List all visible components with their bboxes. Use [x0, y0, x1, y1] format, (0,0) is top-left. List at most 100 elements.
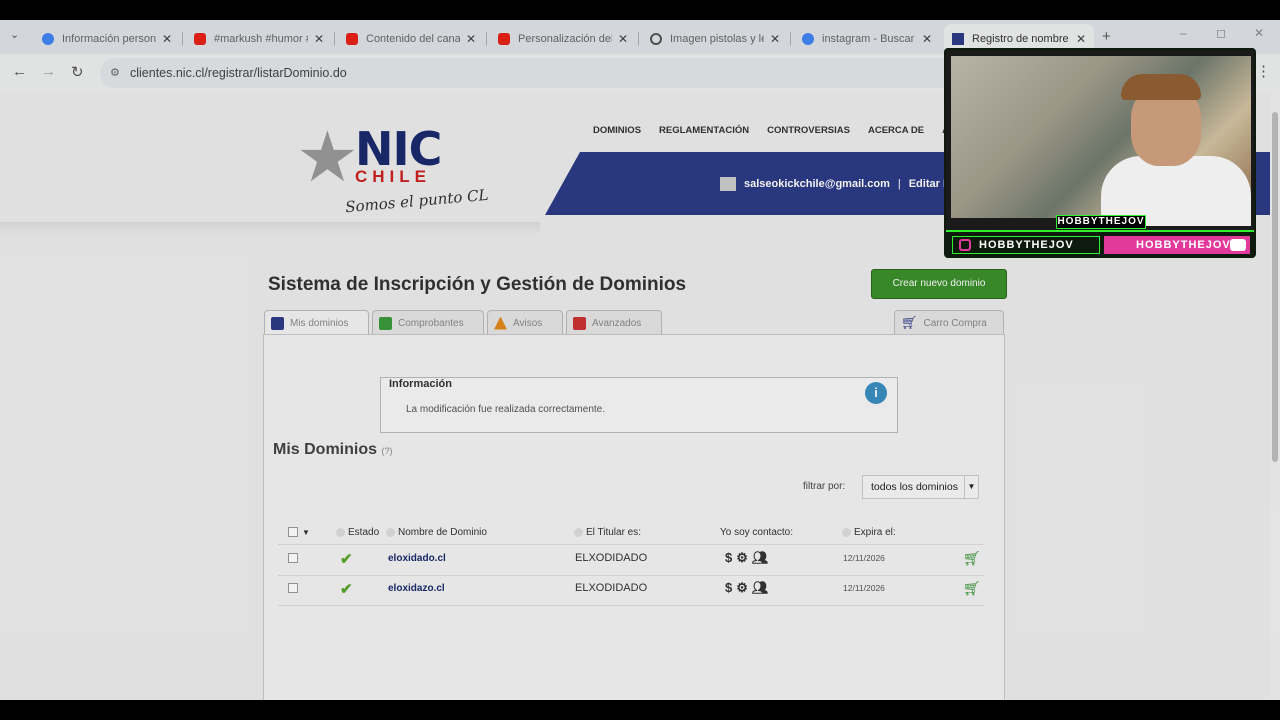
- close-icon[interactable]: ✕: [618, 32, 628, 46]
- holder-name: ELXODIDADO: [575, 552, 648, 564]
- youtube-icon: [498, 33, 510, 45]
- billing-contact-icon[interactable]: $: [725, 550, 732, 566]
- section-title: Mis Dominios (?): [273, 441, 392, 459]
- tab-comprobantes[interactable]: Comprobantes: [372, 310, 484, 335]
- site-info-icon[interactable]: ⚙: [110, 58, 120, 88]
- chevron-down-icon: ▼: [964, 476, 978, 498]
- youtube-icon: [346, 33, 358, 45]
- instagram-handle: HOBBYTHEJOV: [952, 236, 1100, 254]
- col-contacto: Yo soy contacto:: [720, 527, 794, 538]
- tab-title: Contenido del canal: [366, 33, 460, 45]
- reload-icon[interactable]: ↻: [71, 63, 84, 81]
- menu-icon[interactable]: ⋮: [1256, 62, 1271, 80]
- globe-icon: [650, 33, 662, 45]
- tech-contact-icon[interactable]: ⚙: [736, 550, 748, 566]
- close-icon[interactable]: ✕: [770, 32, 780, 46]
- youtube-handle: HOBBYTHEJOV: [1104, 236, 1250, 254]
- browser-window: ⌄ Información personal ✕ #markush #humor…: [0, 20, 1280, 700]
- tab-search-dropdown-icon[interactable]: ⌄: [10, 28, 19, 41]
- row-checkbox[interactable]: [288, 583, 298, 593]
- nav-reglamentacion[interactable]: REGLAMENTACIÓN: [659, 125, 749, 136]
- col-nombre[interactable]: Nombre de Dominio: [386, 527, 487, 538]
- tab-label: Avisos: [513, 317, 543, 329]
- close-icon[interactable]: ✕: [922, 32, 932, 46]
- tab-label: Comprobantes: [398, 317, 464, 329]
- tab-mis-dominios[interactable]: Mis dominios: [264, 310, 369, 335]
- tab-4[interactable]: Personalización del ✕: [490, 24, 636, 54]
- tab-5[interactable]: Imagen pistolas y le ✕: [642, 24, 788, 54]
- filter-label: filtrar por:: [803, 481, 846, 492]
- close-icon[interactable]: ✕: [162, 32, 172, 46]
- col-titular[interactable]: El Titular es:: [574, 527, 641, 538]
- streamer-name: HOBBYTHEJOV: [1056, 215, 1146, 229]
- status-check-icon: ✔: [340, 551, 353, 568]
- scrollbar-thumb[interactable]: [1272, 112, 1278, 462]
- google-icon: [42, 33, 54, 45]
- col-expira[interactable]: Expira el:: [842, 527, 896, 538]
- domain-link[interactable]: eloxidado.cl: [388, 553, 446, 564]
- youtube-icon: [1230, 239, 1246, 251]
- select-dropdown-icon[interactable]: ▼: [302, 528, 310, 537]
- youtube-icon: [194, 33, 206, 45]
- contact-icons: $ ⚙ 👥︎: [725, 550, 768, 566]
- section-title-text: Mis Dominios: [273, 441, 378, 458]
- tab-carro-compra[interactable]: 🛒︎ Carro Compra: [894, 310, 1004, 335]
- tab-title: Registro de nombre: [972, 33, 1069, 45]
- tab-label: Mis dominios: [290, 317, 349, 329]
- scrollbar[interactable]: [1270, 92, 1280, 700]
- domain-link[interactable]: eloxidazo.cl: [388, 583, 445, 594]
- new-domain-button[interactable]: Crear nuevo dominio: [871, 269, 1007, 299]
- page-title: Sistema de Inscripción y Gestión de Domi…: [268, 274, 687, 295]
- tab-1[interactable]: Información personal ✕: [34, 24, 180, 54]
- advanced-icon: [573, 316, 586, 330]
- tab-3[interactable]: Contenido del canal ✕: [338, 24, 484, 54]
- nav-acerca-de[interactable]: ACERCA DE: [868, 125, 924, 136]
- cart-icon: 🛒︎: [901, 315, 918, 330]
- close-icon[interactable]: ✕: [466, 32, 476, 46]
- main-nav: DOMINIOS REGLAMENTACIÓN CONTROVERSIAS AC…: [593, 125, 954, 136]
- help-link[interactable]: (?): [381, 446, 392, 456]
- filter-select[interactable]: todos los dominios ▼: [862, 475, 979, 499]
- logo-chile: CHILE: [355, 167, 431, 186]
- tab-avisos[interactable]: Avisos: [487, 310, 563, 335]
- user-info: salseokickchile@gmail.com | Editar P: [720, 177, 950, 191]
- google-icon: [802, 33, 814, 45]
- nav-controversias[interactable]: CONTROVERSIAS: [767, 125, 850, 136]
- new-tab-icon[interactable]: +: [1102, 28, 1111, 45]
- renew-cart-icon[interactable]: 🛒︎: [963, 550, 981, 567]
- info-title: Información: [389, 378, 452, 390]
- col-estado[interactable]: Estado: [336, 527, 379, 538]
- nic-icon: [952, 33, 964, 45]
- warning-icon: [494, 316, 507, 330]
- expiry-date: 12/11/2026: [843, 553, 885, 563]
- nav-dominios[interactable]: DOMINIOS: [593, 125, 641, 136]
- tab-title: Información personal: [62, 33, 156, 45]
- tab-title: Imagen pistolas y le: [670, 33, 764, 45]
- table-header: ▼ Estado Nombre de Dominio El Titular es…: [278, 521, 984, 545]
- logo-tagline: Somos el punto CL: [344, 185, 490, 217]
- table-row: ✔ eloxidado.cl ELXODIDADO $ ⚙ 👥︎ 12/11/2…: [278, 546, 984, 576]
- address-bar[interactable]: ⚙ clientes.nic.cl/registrar/listarDomini…: [100, 58, 980, 88]
- back-icon[interactable]: ←: [12, 63, 27, 80]
- star-logo-icon: ★: [296, 118, 359, 196]
- tab-avanzados[interactable]: Avanzados: [566, 310, 662, 335]
- tab-label: Carro Compra: [923, 317, 987, 329]
- forward-icon[interactable]: →: [41, 63, 56, 80]
- billing-contact-icon[interactable]: $: [725, 580, 732, 596]
- tab-2[interactable]: #markush #humor # ✕: [186, 24, 332, 54]
- close-icon[interactable]: ✕: [1076, 32, 1086, 46]
- maximize-icon[interactable]: ◻: [1216, 26, 1226, 40]
- close-window-icon[interactable]: ✕: [1254, 26, 1264, 40]
- webcam-overlay: HOBBYTHEJOV HOBBYTHEJOV HOBBYTHEJOV: [944, 48, 1256, 258]
- webcam-video: [951, 56, 1251, 226]
- tab-6[interactable]: instagram - Buscar c ✕: [794, 24, 940, 54]
- admin-contact-icon[interactable]: 👥︎: [752, 550, 769, 566]
- select-all-checkbox[interactable]: [288, 527, 298, 537]
- admin-contact-icon[interactable]: 👥︎: [752, 580, 769, 596]
- minimize-icon[interactable]: –: [1180, 26, 1187, 40]
- tech-contact-icon[interactable]: ⚙: [736, 580, 748, 596]
- instagram-icon: [959, 239, 971, 251]
- close-icon[interactable]: ✕: [314, 32, 324, 46]
- row-checkbox[interactable]: [288, 553, 298, 563]
- renew-cart-icon[interactable]: 🛒︎: [963, 580, 981, 597]
